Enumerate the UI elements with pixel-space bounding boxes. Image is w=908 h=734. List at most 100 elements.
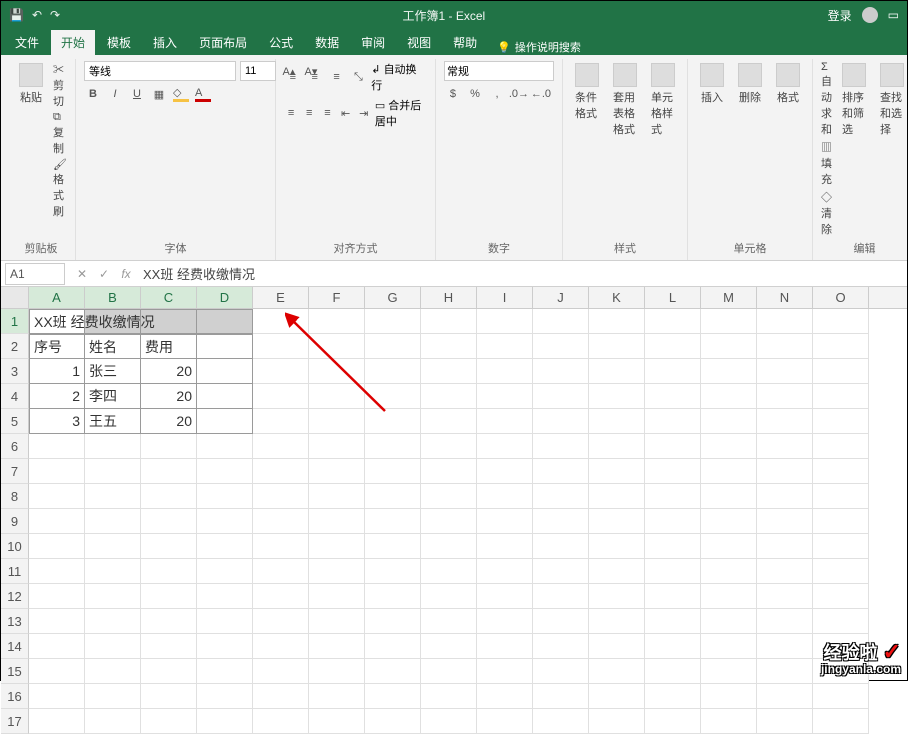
cell[interactable] [813,609,869,634]
bold-button[interactable]: B [84,85,102,103]
cell[interactable] [645,384,701,409]
cell[interactable] [589,509,645,534]
align-middle-icon[interactable]: ≡ [306,68,324,86]
cell[interactable] [141,659,197,684]
cell[interactable] [533,509,589,534]
cell[interactable] [253,409,309,434]
font-color-button[interactable]: A [194,85,212,103]
col-header-H[interactable]: H [421,287,477,308]
row-header-5[interactable]: 5 [1,409,29,434]
cell[interactable] [477,684,533,709]
format-painter-button[interactable]: 🖌 格式刷 [53,158,67,219]
cell[interactable] [645,459,701,484]
sort-filter-button[interactable]: 排序和筛选 [838,61,870,139]
cell[interactable] [757,709,813,734]
cell[interactable]: 王五 [85,409,141,434]
cell[interactable] [533,359,589,384]
row-header-14[interactable]: 14 [1,634,29,659]
tab-pagelayout[interactable]: 页面布局 [189,30,257,55]
col-header-D[interactable]: D [197,287,253,308]
cell[interactable] [85,459,141,484]
align-center-icon[interactable]: ≡ [302,104,316,122]
cell[interactable] [253,634,309,659]
cell[interactable] [477,584,533,609]
cell[interactable] [197,384,253,409]
cell[interactable] [309,484,365,509]
cell[interactable] [477,659,533,684]
cell[interactable] [757,434,813,459]
cell[interactable] [589,434,645,459]
cell[interactable] [309,409,365,434]
cell[interactable] [309,459,365,484]
cell[interactable] [813,409,869,434]
cell[interactable] [645,634,701,659]
cell[interactable] [197,534,253,559]
cells-area[interactable]: XX班 经费收缴情况序号姓名费用1张三202李四203王五20 [29,309,869,734]
cell[interactable] [309,384,365,409]
cell[interactable] [85,609,141,634]
increase-decimal-icon[interactable]: .0→ [510,85,528,103]
underline-button[interactable]: U [128,85,146,103]
cell[interactable] [701,609,757,634]
cell[interactable] [813,309,869,334]
col-header-G[interactable]: G [365,287,421,308]
cell[interactable] [85,709,141,734]
cell[interactable] [365,634,421,659]
cell[interactable] [309,559,365,584]
cell[interactable] [701,459,757,484]
cell[interactable] [85,634,141,659]
cell[interactable] [701,584,757,609]
avatar[interactable] [862,7,878,23]
row-header-6[interactable]: 6 [1,434,29,459]
col-header-B[interactable]: B [85,287,141,308]
cell[interactable] [253,509,309,534]
cell[interactable] [309,609,365,634]
cell[interactable] [365,609,421,634]
cell[interactable] [645,434,701,459]
cell[interactable] [589,459,645,484]
cell[interactable] [253,584,309,609]
undo-icon[interactable]: ↶ [32,8,42,22]
cell[interactable] [197,609,253,634]
cell[interactable] [421,409,477,434]
cell[interactable] [533,659,589,684]
border-button[interactable]: ▦ [150,85,168,103]
tab-help[interactable]: 帮助 [443,30,487,55]
cell[interactable]: 3 [29,409,85,434]
cell[interactable] [29,434,85,459]
cell[interactable] [757,659,813,684]
cell[interactable] [533,309,589,334]
cell[interactable] [421,459,477,484]
row-header-9[interactable]: 9 [1,509,29,534]
cell[interactable] [757,484,813,509]
cell[interactable] [365,684,421,709]
cell[interactable] [29,459,85,484]
row-header-3[interactable]: 3 [1,359,29,384]
cell[interactable] [197,334,253,359]
cell[interactable] [757,409,813,434]
cell[interactable] [701,659,757,684]
cell[interactable] [365,659,421,684]
cell[interactable] [85,559,141,584]
cell[interactable] [701,484,757,509]
cell[interactable]: 20 [141,384,197,409]
cell[interactable] [477,634,533,659]
cell[interactable]: 费用 [141,334,197,359]
cell[interactable] [197,484,253,509]
cell[interactable] [421,709,477,734]
cell[interactable] [85,584,141,609]
cell[interactable] [141,484,197,509]
cell[interactable] [365,559,421,584]
row-header-4[interactable]: 4 [1,384,29,409]
cell[interactable] [589,484,645,509]
cell[interactable] [29,559,85,584]
tab-home[interactable]: 开始 [51,30,95,55]
cell[interactable] [645,309,701,334]
cell[interactable] [645,684,701,709]
col-header-C[interactable]: C [141,287,197,308]
cell[interactable] [533,559,589,584]
cell[interactable] [477,459,533,484]
cell[interactable] [309,534,365,559]
cell[interactable] [29,709,85,734]
col-header-E[interactable]: E [253,287,309,308]
